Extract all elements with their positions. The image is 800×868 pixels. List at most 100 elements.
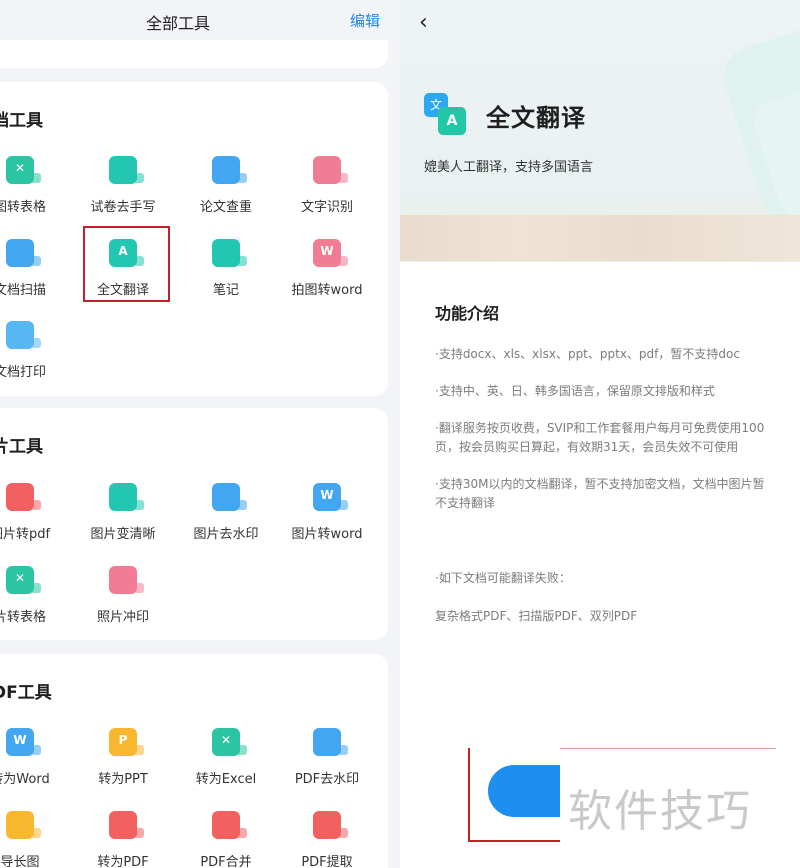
word-icon: W: [6, 728, 41, 756]
pdf-extract-icon: [313, 811, 348, 839]
tool-label: 文档打印: [0, 365, 46, 380]
hero-banner: ‹ 文 A 全文翻译 媲美人工翻译，支持多国语言: [400, 0, 800, 262]
tool-item[interactable]: 笔记: [176, 239, 276, 309]
tool-item[interactable]: ✕ 转为Excel: [176, 728, 276, 798]
tool-label: 转为Excel: [195, 772, 257, 787]
printer-icon: [6, 321, 41, 349]
tool-label: 试卷去手写: [90, 200, 156, 215]
tool-label: 拍图转word: [291, 283, 363, 298]
scan-icon: [6, 239, 41, 267]
icon-accent: [134, 828, 144, 838]
tool-item[interactable]: 文字识别: [277, 156, 377, 226]
all-tools-panel: 全部工具 编辑 档工具 片工具 DF工具 ✕ 图转表格 试卷去手写 论文查重 文字识别文…: [0, 0, 400, 868]
tool-item[interactable]: 转为PDF: [73, 811, 173, 868]
tool-item[interactable]: ✕ 片转表格: [0, 566, 70, 636]
section-title: 档工具: [0, 111, 43, 131]
feature-title: 全文翻译: [486, 104, 586, 132]
tool-item[interactable]: W 转为Word: [0, 728, 70, 798]
icon-accent: [31, 173, 41, 183]
tool-item[interactable]: 论文查重: [176, 156, 276, 226]
icon-glyph: P: [118, 733, 128, 747]
image-watermark-icon: [212, 483, 247, 511]
word-icon: W: [313, 483, 348, 511]
section-title: 片工具: [0, 437, 43, 457]
icon-glyph: W: [13, 733, 27, 747]
tool-label: 转为PDF: [97, 855, 149, 868]
watermark-text: 软件技巧: [568, 786, 752, 837]
word-icon: W: [313, 239, 348, 267]
icon-accent: [338, 173, 348, 183]
feature-subtitle: 媲美人工翻译，支持多国语言: [424, 160, 594, 175]
edit-button[interactable]: 编辑: [350, 10, 380, 31]
icon-accent: [338, 500, 348, 510]
pdf-merge-icon: [212, 811, 247, 839]
section-title: DF工具: [0, 683, 52, 703]
tool-item[interactable]: 图片变清晰: [73, 483, 173, 553]
pdf-watermark-icon: [313, 728, 348, 756]
tool-item[interactable]: 导长图: [0, 811, 70, 868]
tool-label: 图片转pdf: [0, 527, 51, 542]
tool-item[interactable]: PDF去水印: [277, 728, 377, 798]
feature-item: ·支持docx、xls、xlsx、ppt、pptx、pdf，暂不支持doc: [435, 347, 740, 361]
all-tools-header: 全部工具 编辑: [0, 0, 400, 44]
tool-label: 图片去水印: [193, 527, 259, 542]
icon-accent: [237, 256, 247, 266]
previous-section-card: [0, 40, 388, 68]
icon-accent: [31, 745, 41, 755]
icon-accent: [237, 500, 247, 510]
icon-glyph: ✕: [14, 571, 26, 585]
page-title: 全部工具: [145, 14, 210, 33]
tool-item[interactable]: W 图片转word: [277, 483, 377, 553]
tool-label: 图转表格: [0, 200, 46, 215]
tool-item[interactable]: 照片冲印: [73, 566, 173, 636]
tool-item[interactable]: P 转为PPT: [73, 728, 173, 798]
icon-accent: [237, 745, 247, 755]
excel-icon: ✕: [212, 728, 247, 756]
tool-item[interactable]: 试卷去手写: [73, 156, 173, 226]
icon-accent: [31, 500, 41, 510]
feature-item: ·翻译服务按页收费，SVIP和工作套餐用户每月可免费使用100: [435, 421, 765, 435]
table-icon: ✕: [6, 156, 41, 184]
icon-glyph: W: [320, 488, 334, 502]
ocr-icon: [313, 156, 348, 184]
icon-accent: [31, 828, 41, 838]
note-icon: [212, 239, 247, 267]
icon-accent: [338, 828, 348, 838]
icon-accent: [31, 256, 41, 266]
icon-glyph: ✕: [220, 733, 232, 747]
translate-icon: 文 A: [424, 93, 468, 137]
tool-label: 文字识别: [300, 200, 353, 215]
tool-label: PDF去水印: [294, 772, 360, 787]
tool-item[interactable]: PDF合并: [176, 811, 276, 868]
tool-item[interactable]: PDF提取: [277, 811, 377, 868]
pdf-icon: [109, 811, 144, 839]
pen-icon: [109, 156, 144, 184]
icon-accent: [134, 173, 144, 183]
search-doc-icon: [212, 156, 247, 184]
tool-item[interactable]: ✕ 图转表格: [0, 156, 70, 226]
tool-item[interactable]: 图片去水印: [176, 483, 276, 553]
tool-item[interactable]: 图片转pdf: [0, 483, 70, 553]
tool-item[interactable]: 文档扫描: [0, 239, 70, 309]
ppt-icon: P: [109, 728, 144, 756]
table-icon: ✕: [6, 566, 41, 594]
tool-item[interactable]: 文档打印: [0, 321, 70, 391]
icon-glyph: ✕: [14, 161, 26, 175]
icon-accent: [134, 500, 144, 510]
feature-item: ·支持中、英、日、韩多国语言，保留原文排版和样式: [435, 384, 715, 398]
icon-accent: [338, 745, 348, 755]
tool-label: 笔记: [212, 283, 239, 298]
photo-print-icon: [109, 566, 144, 594]
icon-accent: [237, 173, 247, 183]
pdf-icon: [6, 483, 41, 511]
back-icon[interactable]: ‹: [419, 10, 428, 35]
tool-item[interactable]: W 拍图转word: [277, 239, 377, 309]
tool-label: 图片转word: [291, 527, 363, 542]
feature-item: 复杂格式PDF、扫描版PDF、双列PDF: [435, 609, 638, 623]
translate-icon-back: A: [438, 107, 466, 135]
tool-label: 转为PPT: [98, 772, 148, 787]
icon-accent: [31, 583, 41, 593]
image-enhance-icon: [109, 483, 144, 511]
section-title: 功能介绍: [435, 304, 500, 323]
tool-label: PDF提取: [301, 855, 353, 868]
